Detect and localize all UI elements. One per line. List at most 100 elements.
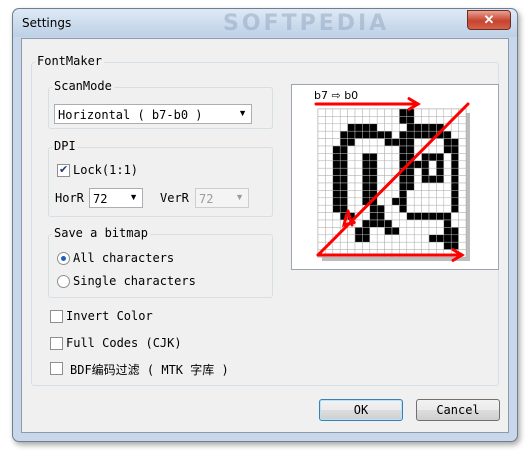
pixel-cell	[421, 108, 430, 117]
verr-label: VerR	[160, 191, 189, 205]
pixel-cell	[376, 212, 385, 221]
scan-diagram: b7 ⇨ b0	[314, 89, 470, 262]
pixel-cell	[421, 123, 430, 132]
pixel-cell	[450, 212, 459, 221]
ok-button[interactable]: OK	[319, 399, 403, 421]
pixel-cell	[384, 130, 393, 139]
invert-color-checkbox[interactable]	[50, 310, 63, 323]
pixel-cell	[369, 116, 378, 125]
pixel-cell	[450, 190, 459, 199]
pixel-cell	[347, 234, 356, 243]
pixel-cell	[332, 182, 341, 191]
pixel-cell	[458, 167, 467, 176]
single-characters-radio[interactable]	[57, 275, 70, 288]
close-button[interactable]: ✕	[467, 10, 511, 30]
pixel-cell	[391, 145, 400, 154]
pixel-cell	[376, 234, 385, 243]
pixel-cell	[384, 145, 393, 154]
pixel-cell	[384, 227, 393, 236]
lock-checkbox[interactable]	[57, 163, 70, 177]
pixel-cell	[436, 167, 445, 176]
pixel-cell	[421, 241, 430, 250]
pixel-cell	[443, 227, 452, 236]
pixel-cell	[391, 219, 400, 228]
pixel-cell	[436, 160, 445, 169]
pixel-cell	[362, 175, 371, 184]
pixel-cell	[399, 219, 408, 228]
pixel-cell	[399, 234, 408, 243]
pixel-cell	[443, 130, 452, 139]
pixel-cell	[413, 219, 422, 228]
pixel-cell	[317, 108, 326, 117]
pixel-cell	[317, 160, 326, 169]
pixel-cell	[325, 116, 334, 125]
pixel-cell	[347, 138, 356, 147]
pixel-cell	[413, 212, 422, 221]
bdf-filter-checkbox[interactable]	[50, 362, 63, 375]
pixel-cell	[391, 108, 400, 117]
pixel-cell	[332, 175, 341, 184]
pixel-cell	[436, 204, 445, 213]
pixel-cell	[376, 123, 385, 132]
pixel-cell	[325, 153, 334, 162]
scan-direction-caption: b7 ⇨ b0	[314, 89, 358, 102]
all-characters-radio[interactable]	[57, 252, 70, 265]
pixel-cell	[376, 219, 385, 228]
horr-select[interactable]: 72 ▼	[89, 188, 143, 208]
pixel-cell	[428, 175, 437, 184]
pixel-cell	[399, 227, 408, 236]
pixel-cell	[443, 175, 452, 184]
pixel-cell	[450, 234, 459, 243]
pixel-cell	[399, 153, 408, 162]
pixel-cell	[458, 145, 467, 154]
pixel-cell	[406, 241, 415, 250]
pixel-cell	[339, 197, 348, 206]
pixel-cell	[413, 227, 422, 236]
pixel-cell	[339, 130, 348, 139]
pixel-cell	[391, 123, 400, 132]
pixel-cell	[325, 227, 334, 236]
pixel-cell	[406, 234, 415, 243]
pixel-cell	[391, 197, 400, 206]
pixel-cell	[325, 138, 334, 147]
pixel-cell	[399, 241, 408, 250]
pixel-cell	[458, 197, 467, 206]
pixel-cell	[332, 219, 341, 228]
pixel-cell	[406, 130, 415, 139]
pixel-cell	[325, 204, 334, 213]
pixel-cell	[347, 241, 356, 250]
title-bar[interactable]: Settings SOFTPEDIA ✕	[13, 9, 517, 37]
pixel-cell	[399, 182, 408, 191]
pixel-cell	[391, 190, 400, 199]
verr-select[interactable]: 72 ▼	[195, 188, 249, 208]
pixel-cell	[443, 167, 452, 176]
invert-color-label: Invert Color	[66, 309, 153, 323]
pixel-cell	[428, 167, 437, 176]
pixel-cell	[362, 145, 371, 154]
pixel-cell	[354, 123, 363, 132]
pixel-cell	[339, 204, 348, 213]
pixel-cell	[443, 212, 452, 221]
pixel-cell	[376, 108, 385, 117]
pixel-cell	[399, 197, 408, 206]
pixel-cell	[354, 175, 363, 184]
pixel-cell	[325, 167, 334, 176]
pixel-cell	[317, 123, 326, 132]
pixel-cell	[399, 145, 408, 154]
cancel-button[interactable]: Cancel	[416, 399, 500, 421]
pixel-cell	[428, 227, 437, 236]
pixel-cell	[325, 175, 334, 184]
pixel-cell	[369, 204, 378, 213]
pixel-cell	[391, 153, 400, 162]
pixel-cell	[391, 116, 400, 125]
pixel-cell	[354, 153, 363, 162]
pixel-cell	[339, 138, 348, 147]
pixel-cell	[354, 227, 363, 236]
pixel-cell	[362, 160, 371, 169]
pixel-cell	[458, 212, 467, 221]
scanmode-select[interactable]: Horizontal ( b7-b0 ) ▼	[54, 104, 252, 124]
pixel-cell	[421, 153, 430, 162]
pixel-cell	[354, 130, 363, 139]
pixel-cell	[413, 123, 422, 132]
full-codes-checkbox[interactable]	[50, 337, 63, 350]
